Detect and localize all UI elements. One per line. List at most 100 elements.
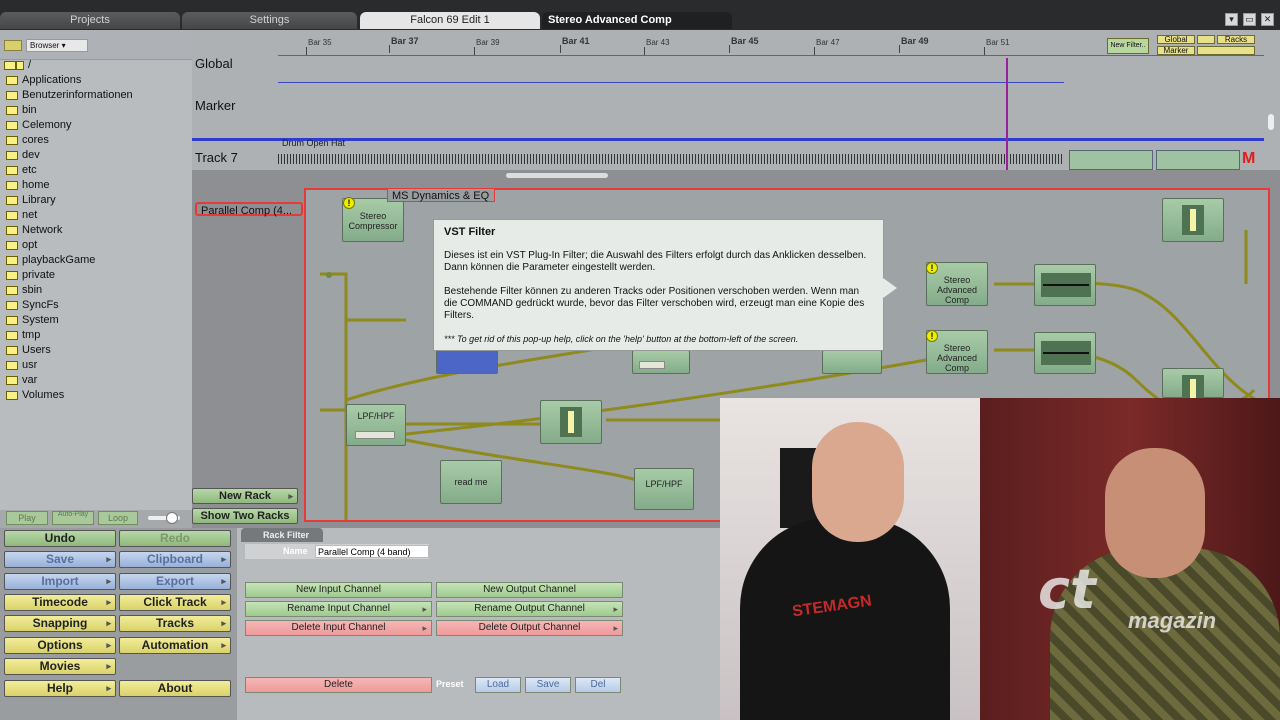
tooltip-paragraph-1: Dieses ist ein VST Plug-In Filter; die A… [444,250,867,273]
racks-toggle[interactable]: Racks [1217,35,1255,44]
file-list-item[interactable]: System [0,313,192,328]
tab-projects[interactable]: Projects [0,12,180,29]
global-lane[interactable] [278,82,1064,83]
redo-button[interactable]: Redo [119,530,231,547]
file-list-item[interactable]: usr [0,358,192,373]
blue-node[interactable] [436,350,498,374]
track-fader[interactable] [1069,150,1153,170]
ct-logo: ct [1038,558,1096,621]
volume-slider-knob[interactable] [166,512,178,524]
new-filter-button[interactable]: New Filter.. [1107,38,1149,54]
autoplay-button[interactable]: Auto-Play [52,511,94,525]
cable-connector[interactable] [326,272,332,278]
about-button[interactable]: About [119,680,231,697]
click-track-button[interactable]: Click Track [119,594,231,611]
rack-filter-tab[interactable]: Rack Filter [241,528,323,542]
file-list-item[interactable]: cores [0,133,192,148]
track-selection-line [192,138,1264,141]
global-toggle[interactable]: Global [1157,35,1195,44]
file-list-item[interactable]: home [0,178,192,193]
tracks-button[interactable]: Tracks [119,615,231,632]
import-button[interactable]: Import [4,573,116,590]
mini-toggle-icon[interactable] [1197,35,1215,44]
options-button[interactable]: Options [4,637,116,654]
rack-list-parallel-comp[interactable]: Parallel Comp (4... [195,202,303,217]
close-icon[interactable]: ✕ [1261,13,1274,26]
rack-list-ms-dynamics[interactable]: MS Dynamics & EQ [387,188,495,202]
file-list-item[interactable]: Library [0,193,192,208]
delete-output-channel-button[interactable]: Delete Output Channel [436,620,623,636]
file-list-item[interactable]: Users [0,343,192,358]
new-input-channel-button[interactable]: New Input Channel [245,582,432,598]
undo-button[interactable]: Undo [4,530,116,547]
file-list-item[interactable]: playbackGame [0,253,192,268]
file-list-item[interactable]: Volumes [0,388,192,403]
delete-input-channel-button[interactable]: Delete Input Channel [245,620,432,636]
file-list-item[interactable]: Network [0,223,192,238]
warning-icon: ! [926,330,938,342]
preset-save-button[interactable]: Save [525,677,571,693]
preset-load-button[interactable]: Load [475,677,521,693]
timeline-vscrollbar[interactable] [1268,114,1274,130]
new-rack-button[interactable]: New Rack [192,488,298,504]
level-meter-node[interactable] [540,400,602,444]
filter-slider[interactable] [355,431,395,439]
browser-chip-icon[interactable] [4,40,22,51]
marker-track-label: Marker [195,98,236,113]
file-list-item[interactable]: etc [0,163,192,178]
timecode-button[interactable]: Timecode [4,594,116,611]
new-output-channel-button[interactable]: New Output Channel [436,582,623,598]
export-button[interactable]: Export [119,573,231,590]
filter-slider[interactable] [639,361,665,369]
file-list-item[interactable]: tmp [0,328,192,343]
file-list-item[interactable]: Applications [0,73,192,88]
save-button[interactable]: Save [4,551,116,568]
play-button[interactable]: Play [6,511,48,525]
playhead[interactable] [1006,58,1008,170]
lpf-hpf-node-2[interactable]: LPF/HPF [634,468,694,510]
movies-button[interactable]: Movies [4,658,116,675]
partial-meter-node[interactable] [822,350,882,374]
lpf-hpf-node-1[interactable]: LPF/HPF [346,404,406,446]
track-7-waveform[interactable] [278,154,1064,164]
mute-button[interactable]: M [1242,150,1260,168]
mini-toggle-icon[interactable] [1197,46,1255,55]
delete-rack-button[interactable]: Delete [245,677,432,693]
rack-name-input[interactable] [315,545,429,558]
snapping-button[interactable]: Snapping [4,615,116,632]
output-meter-node-1[interactable] [1162,198,1224,242]
file-list-item[interactable]: SyncFs [0,298,192,313]
show-two-racks-button[interactable]: Show Two Racks [192,508,298,524]
file-list-item[interactable]: var [0,373,192,388]
file-list-item[interactable]: dev [0,148,192,163]
clipboard-button[interactable]: Clipboard [119,551,231,568]
file-list-item-label: var [22,374,38,386]
tab-project-edit[interactable]: Falcon 69 Edit 1 [360,12,540,29]
fader-node-2[interactable] [1034,332,1096,374]
rename-output-channel-button[interactable]: Rename Output Channel [436,601,623,617]
output-meter-node-2[interactable] [1162,368,1224,401]
partial-node[interactable] [632,350,690,374]
automation-button[interactable]: Automation [119,637,231,654]
tab-settings[interactable]: Settings [182,12,357,29]
file-list-item[interactable]: sbin [0,283,192,298]
loop-button[interactable]: Loop [98,511,138,525]
marker-toggle[interactable]: Marker [1157,46,1195,55]
restore-icon[interactable]: ▭ [1243,13,1256,26]
timeline-hscrollbar[interactable] [506,173,608,178]
tab-rack-title[interactable]: Stereo Advanced Comp [542,12,732,29]
browser-selector[interactable]: Browser ▾ [26,39,88,52]
file-list-item[interactable]: net [0,208,192,223]
file-list-item[interactable]: bin [0,103,192,118]
file-list-item[interactable]: opt [0,238,192,253]
help-button[interactable]: Help [4,680,116,697]
minimize-icon[interactable]: ▾ [1225,13,1238,26]
readme-node[interactable]: read me [440,460,502,504]
file-list-item[interactable]: Benutzerinformationen [0,88,192,103]
path-row[interactable]: / [0,58,192,73]
fader-node-1[interactable] [1034,264,1096,306]
file-list-item[interactable]: private [0,268,192,283]
file-list-item[interactable]: Celemony [0,118,192,133]
preset-delete-button[interactable]: Del [575,677,621,693]
rename-input-channel-button[interactable]: Rename Input Channel [245,601,432,617]
